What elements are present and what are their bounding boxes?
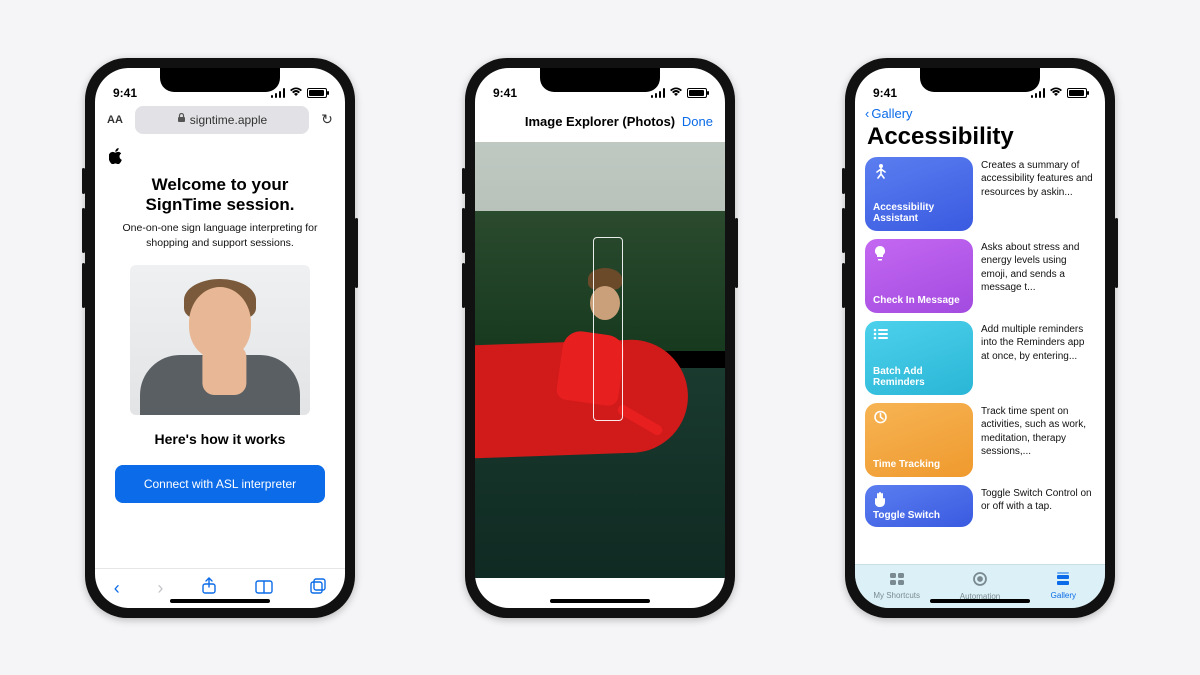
phone-image-explorer: 9:41 Image Explorer (Photos) Done <box>465 58 735 618</box>
voiceover-cursor <box>593 237 623 420</box>
back-button[interactable]: ‹ <box>114 578 120 599</box>
shortcut-card[interactable]: Check In Message <box>865 239 973 313</box>
lock-icon <box>177 113 186 126</box>
status-time: 9:41 <box>493 86 517 100</box>
list-icon <box>873 327 965 343</box>
tab-gallery[interactable]: Gallery <box>1022 565 1105 608</box>
page-title: Accessibility <box>855 121 1105 157</box>
lightbulb-icon <box>873 245 965 264</box>
interpreter-video <box>130 265 310 415</box>
tabs-button[interactable] <box>310 578 326 599</box>
reload-button[interactable]: ↻ <box>315 111 339 128</box>
shortcut-description: Track time spent on activities, such as … <box>981 403 1095 477</box>
section-heading: Here's how it works <box>109 431 331 447</box>
tab-my-shortcuts[interactable]: My Shortcuts <box>855 565 938 608</box>
list-item[interactable]: Batch Add Reminders Add multiple reminde… <box>865 321 1095 395</box>
battery-icon <box>687 88 707 98</box>
modal-header: Image Explorer (Photos) Done <box>475 102 725 142</box>
battery-icon <box>1067 88 1087 98</box>
list-item[interactable]: Time Tracking Track time spent on activi… <box>865 403 1095 477</box>
done-button[interactable]: Done <box>682 114 713 129</box>
list-item[interactable]: Accessibility Assistant Creates a summar… <box>865 157 1095 231</box>
phone-shortcuts-gallery: 9:41 ‹ Gallery Accessibility Accessibili… <box>845 58 1115 618</box>
apple-logo-icon <box>109 148 331 167</box>
status-time: 9:41 <box>873 86 897 100</box>
wifi-icon <box>289 86 303 100</box>
url-text: signtime.apple <box>190 113 267 127</box>
url-field[interactable]: signtime.apple <box>135 106 309 134</box>
home-indicator[interactable] <box>550 599 650 603</box>
wifi-icon <box>1049 86 1063 100</box>
page-subtitle: One-on-one sign language interpreting fo… <box>109 221 331 250</box>
person-arms-icon <box>873 163 965 182</box>
timer-icon <box>873 409 965 427</box>
forward-button[interactable]: › <box>157 578 163 599</box>
share-button[interactable] <box>201 577 217 600</box>
chevron-left-icon: ‹ <box>865 106 869 121</box>
shortcuts-list[interactable]: Accessibility Assistant Creates a summar… <box>855 157 1105 564</box>
shortcut-description: Add multiple reminders into the Reminder… <box>981 321 1095 395</box>
shortcut-card[interactable]: Toggle Switch <box>865 485 973 527</box>
grid-icon <box>889 572 905 590</box>
shortcut-card[interactable]: Batch Add Reminders <box>865 321 973 395</box>
wifi-icon <box>669 86 683 100</box>
battery-icon <box>307 88 327 98</box>
automation-icon <box>972 571 988 591</box>
gallery-icon <box>1055 572 1071 590</box>
hand-icon <box>873 491 965 510</box>
phone-signtime: 9:41 AA signtime.apple ↻ <box>85 58 355 618</box>
connect-button[interactable]: Connect with ASL interpreter <box>115 465 325 503</box>
text-size-button[interactable]: AA <box>101 114 129 126</box>
shortcut-description: Creates a summary of accessibility featu… <box>981 157 1095 231</box>
image-viewer[interactable] <box>475 142 725 578</box>
list-item[interactable]: Toggle Switch Toggle Switch Control on o… <box>865 485 1095 527</box>
home-indicator[interactable] <box>930 599 1030 603</box>
status-time: 9:41 <box>113 86 137 100</box>
shortcut-card[interactable]: Accessibility Assistant <box>865 157 973 231</box>
shortcut-card[interactable]: Time Tracking <box>865 403 973 477</box>
shortcut-description: Asks about stress and energy levels usin… <box>981 239 1095 313</box>
bookmarks-button[interactable] <box>255 578 273 599</box>
list-item[interactable]: Check In Message Asks about stress and e… <box>865 239 1095 313</box>
back-button[interactable]: ‹ Gallery <box>855 102 1105 121</box>
shortcut-description: Toggle Switch Control on or off with a t… <box>981 485 1095 527</box>
safari-address-bar: AA signtime.apple ↻ <box>101 104 339 136</box>
home-indicator[interactable] <box>170 599 270 603</box>
page-title: Welcome to your SignTime session. <box>109 175 331 216</box>
